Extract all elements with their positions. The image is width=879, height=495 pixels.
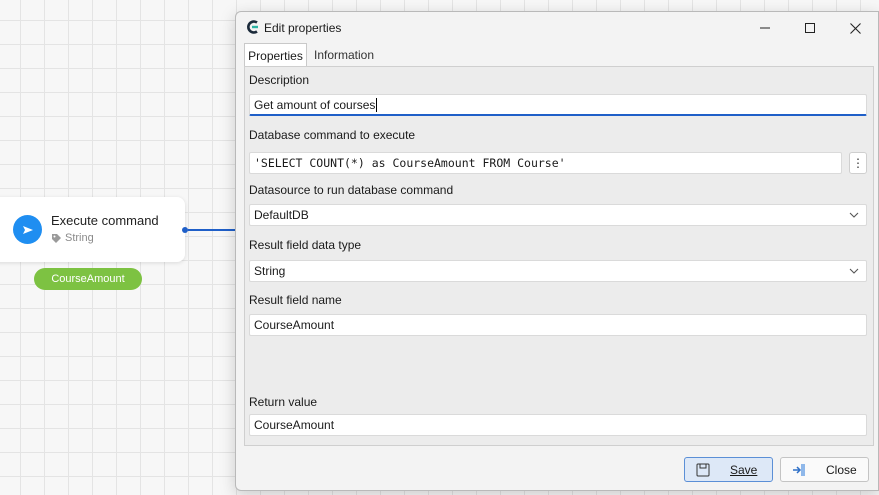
exit-icon — [793, 464, 805, 476]
db-command-value: 'SELECT COUNT(*) as CourseAmount FROM Co… — [254, 156, 566, 170]
db-command-label: Database command to execute — [249, 128, 416, 142]
result-name-label: Result field name — [249, 293, 342, 307]
node-type: String — [51, 232, 94, 244]
datasource-value: DefaultDB — [254, 208, 309, 222]
minimize-button[interactable] — [742, 12, 788, 44]
save-icon — [696, 463, 710, 477]
return-value-value: CourseAmount — [254, 418, 335, 432]
maximize-button[interactable] — [787, 12, 833, 44]
node-type-label: String — [65, 232, 94, 244]
node-title: Execute command — [51, 213, 159, 228]
result-name-value: CourseAmount — [254, 318, 335, 332]
more-vertical-icon: ⋮ — [852, 156, 864, 170]
dialog-titlebar[interactable]: Edit properties — [236, 12, 878, 44]
datasource-label: Datasource to run database command — [249, 183, 454, 197]
close-button-label: Close — [826, 463, 857, 477]
chevron-down-icon — [849, 212, 859, 218]
return-value-label: Return value — [249, 395, 318, 409]
save-button-label: Save — [730, 463, 758, 477]
db-command-more-button[interactable]: ⋮ — [849, 152, 867, 174]
return-value-input[interactable]: CourseAmount — [249, 414, 867, 436]
db-command-input[interactable]: 'SELECT COUNT(*) as CourseAmount FROM Co… — [249, 152, 842, 174]
result-type-label: Result field data type — [249, 238, 362, 252]
dialog-title: Edit properties — [264, 21, 342, 35]
execute-command-node[interactable]: Execute command String — [0, 197, 185, 262]
close-icon — [849, 22, 861, 34]
chevron-down-icon — [849, 268, 859, 274]
description-value: Get amount of courses — [254, 97, 376, 112]
tag-icon — [52, 233, 61, 243]
tab-information[interactable]: Information — [309, 43, 379, 67]
description-input[interactable]: Get amount of courses — [249, 94, 867, 116]
maximize-icon — [805, 23, 815, 33]
close-button[interactable]: Close — [780, 457, 869, 482]
minimize-icon — [760, 27, 770, 29]
result-type-select[interactable]: String — [249, 260, 867, 282]
result-name-input[interactable]: CourseAmount — [249, 314, 867, 336]
result-type-value: String — [254, 264, 286, 278]
properties-panel: Description Get amount of courses Databa… — [244, 66, 874, 446]
send-icon — [13, 215, 42, 244]
save-button[interactable]: Save — [684, 457, 773, 482]
window-close-button[interactable] — [832, 12, 878, 44]
text-caret — [376, 97, 378, 112]
edit-properties-dialog: Edit properties Properties Information D… — [235, 11, 879, 491]
app-logo-icon — [247, 20, 258, 34]
node-connector-line — [188, 229, 238, 231]
description-label: Description — [249, 73, 310, 87]
output-variable-badge[interactable]: CourseAmount — [34, 268, 142, 290]
datasource-select[interactable]: DefaultDB — [249, 204, 867, 226]
tab-properties[interactable]: Properties — [244, 43, 307, 67]
